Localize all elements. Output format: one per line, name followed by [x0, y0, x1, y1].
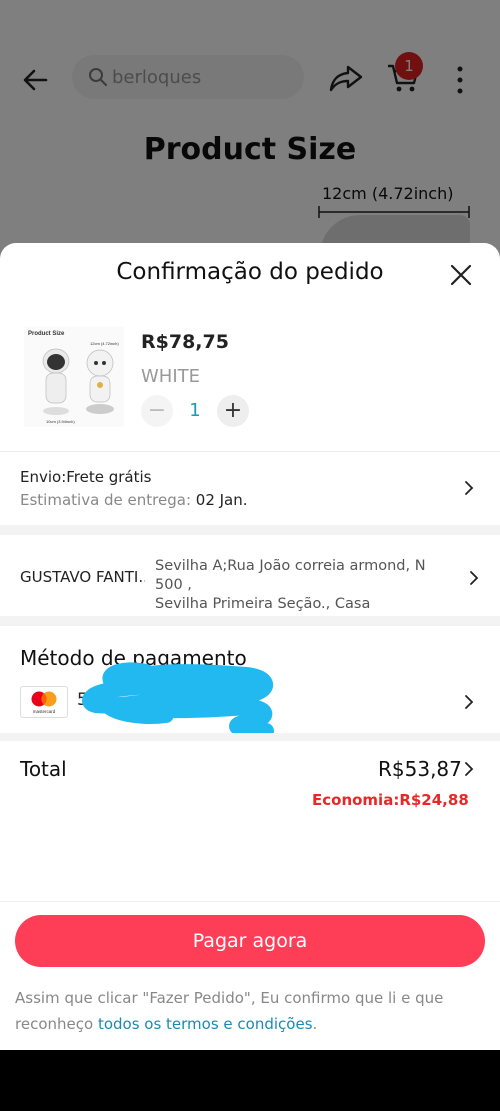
redaction-scribble [82, 662, 274, 739]
section-gap [0, 733, 500, 741]
card-brand-label: mastercard [33, 709, 56, 714]
chevron-right-icon [470, 571, 479, 585]
recipient-name: GUSTAVO FANTI... [20, 568, 145, 586]
shipping-address: Sevilha A;Rua João correia armond, N 500… [155, 557, 455, 614]
product-price: R$78,75 [141, 331, 229, 353]
chevron-right-icon [465, 695, 474, 709]
terms-end: . [312, 1015, 318, 1033]
quantity-value: 1 [189, 400, 201, 421]
mastercard-icon: mastercard [20, 686, 68, 718]
total-value: R$53,87 [378, 757, 462, 781]
divider [0, 901, 500, 902]
terms-notice: Assim que clicar "Fazer Pedido", Eu conf… [15, 985, 485, 1037]
address-line-2: Sevilha Primeira Seção., Casa [155, 596, 371, 612]
chevron-right-icon [465, 762, 474, 776]
divider [0, 451, 500, 452]
delivery-estimate-date: 02 Jan. [195, 491, 248, 509]
system-navigation-bar [0, 1050, 500, 1111]
product-variant: WHITE [141, 366, 201, 387]
terms-link[interactable]: todos os termos e condições [98, 1015, 313, 1033]
svg-text:Product Size: Product Size [28, 331, 65, 337]
section-gap [0, 525, 500, 535]
total-label: Total [20, 757, 67, 781]
decrease-quantity-button[interactable]: − [141, 395, 173, 427]
delivery-estimate-prefix: Estimativa de entrega: [20, 491, 196, 509]
pay-now-button[interactable]: Pagar agora [15, 915, 485, 967]
order-confirmation-sheet: Confirmação do pedido Product Size 12cm … [0, 243, 500, 1050]
savings-amount: Economia:R$24,88 [312, 791, 469, 809]
shipping-label: Envio:Frete grátis [20, 468, 152, 486]
increase-quantity-button[interactable]: + [217, 395, 249, 427]
address-line-1: Sevilha A;Rua João correia armond, N 500… [155, 558, 426, 593]
close-icon[interactable] [449, 263, 473, 287]
svg-text:12cm (4.72inch): 12cm (4.72inch) [90, 341, 119, 346]
sheet-title: Confirmação do pedido [116, 259, 384, 285]
chevron-right-icon [465, 481, 474, 495]
section-gap [0, 616, 500, 626]
product-thumbnail: Product Size 12cm (4.72inch) 10cm (3.94i… [24, 327, 124, 427]
delivery-estimate: Estimativa de entrega: 02 Jan. [20, 491, 248, 509]
svg-text:10cm (3.94inch): 10cm (3.94inch) [46, 419, 75, 424]
